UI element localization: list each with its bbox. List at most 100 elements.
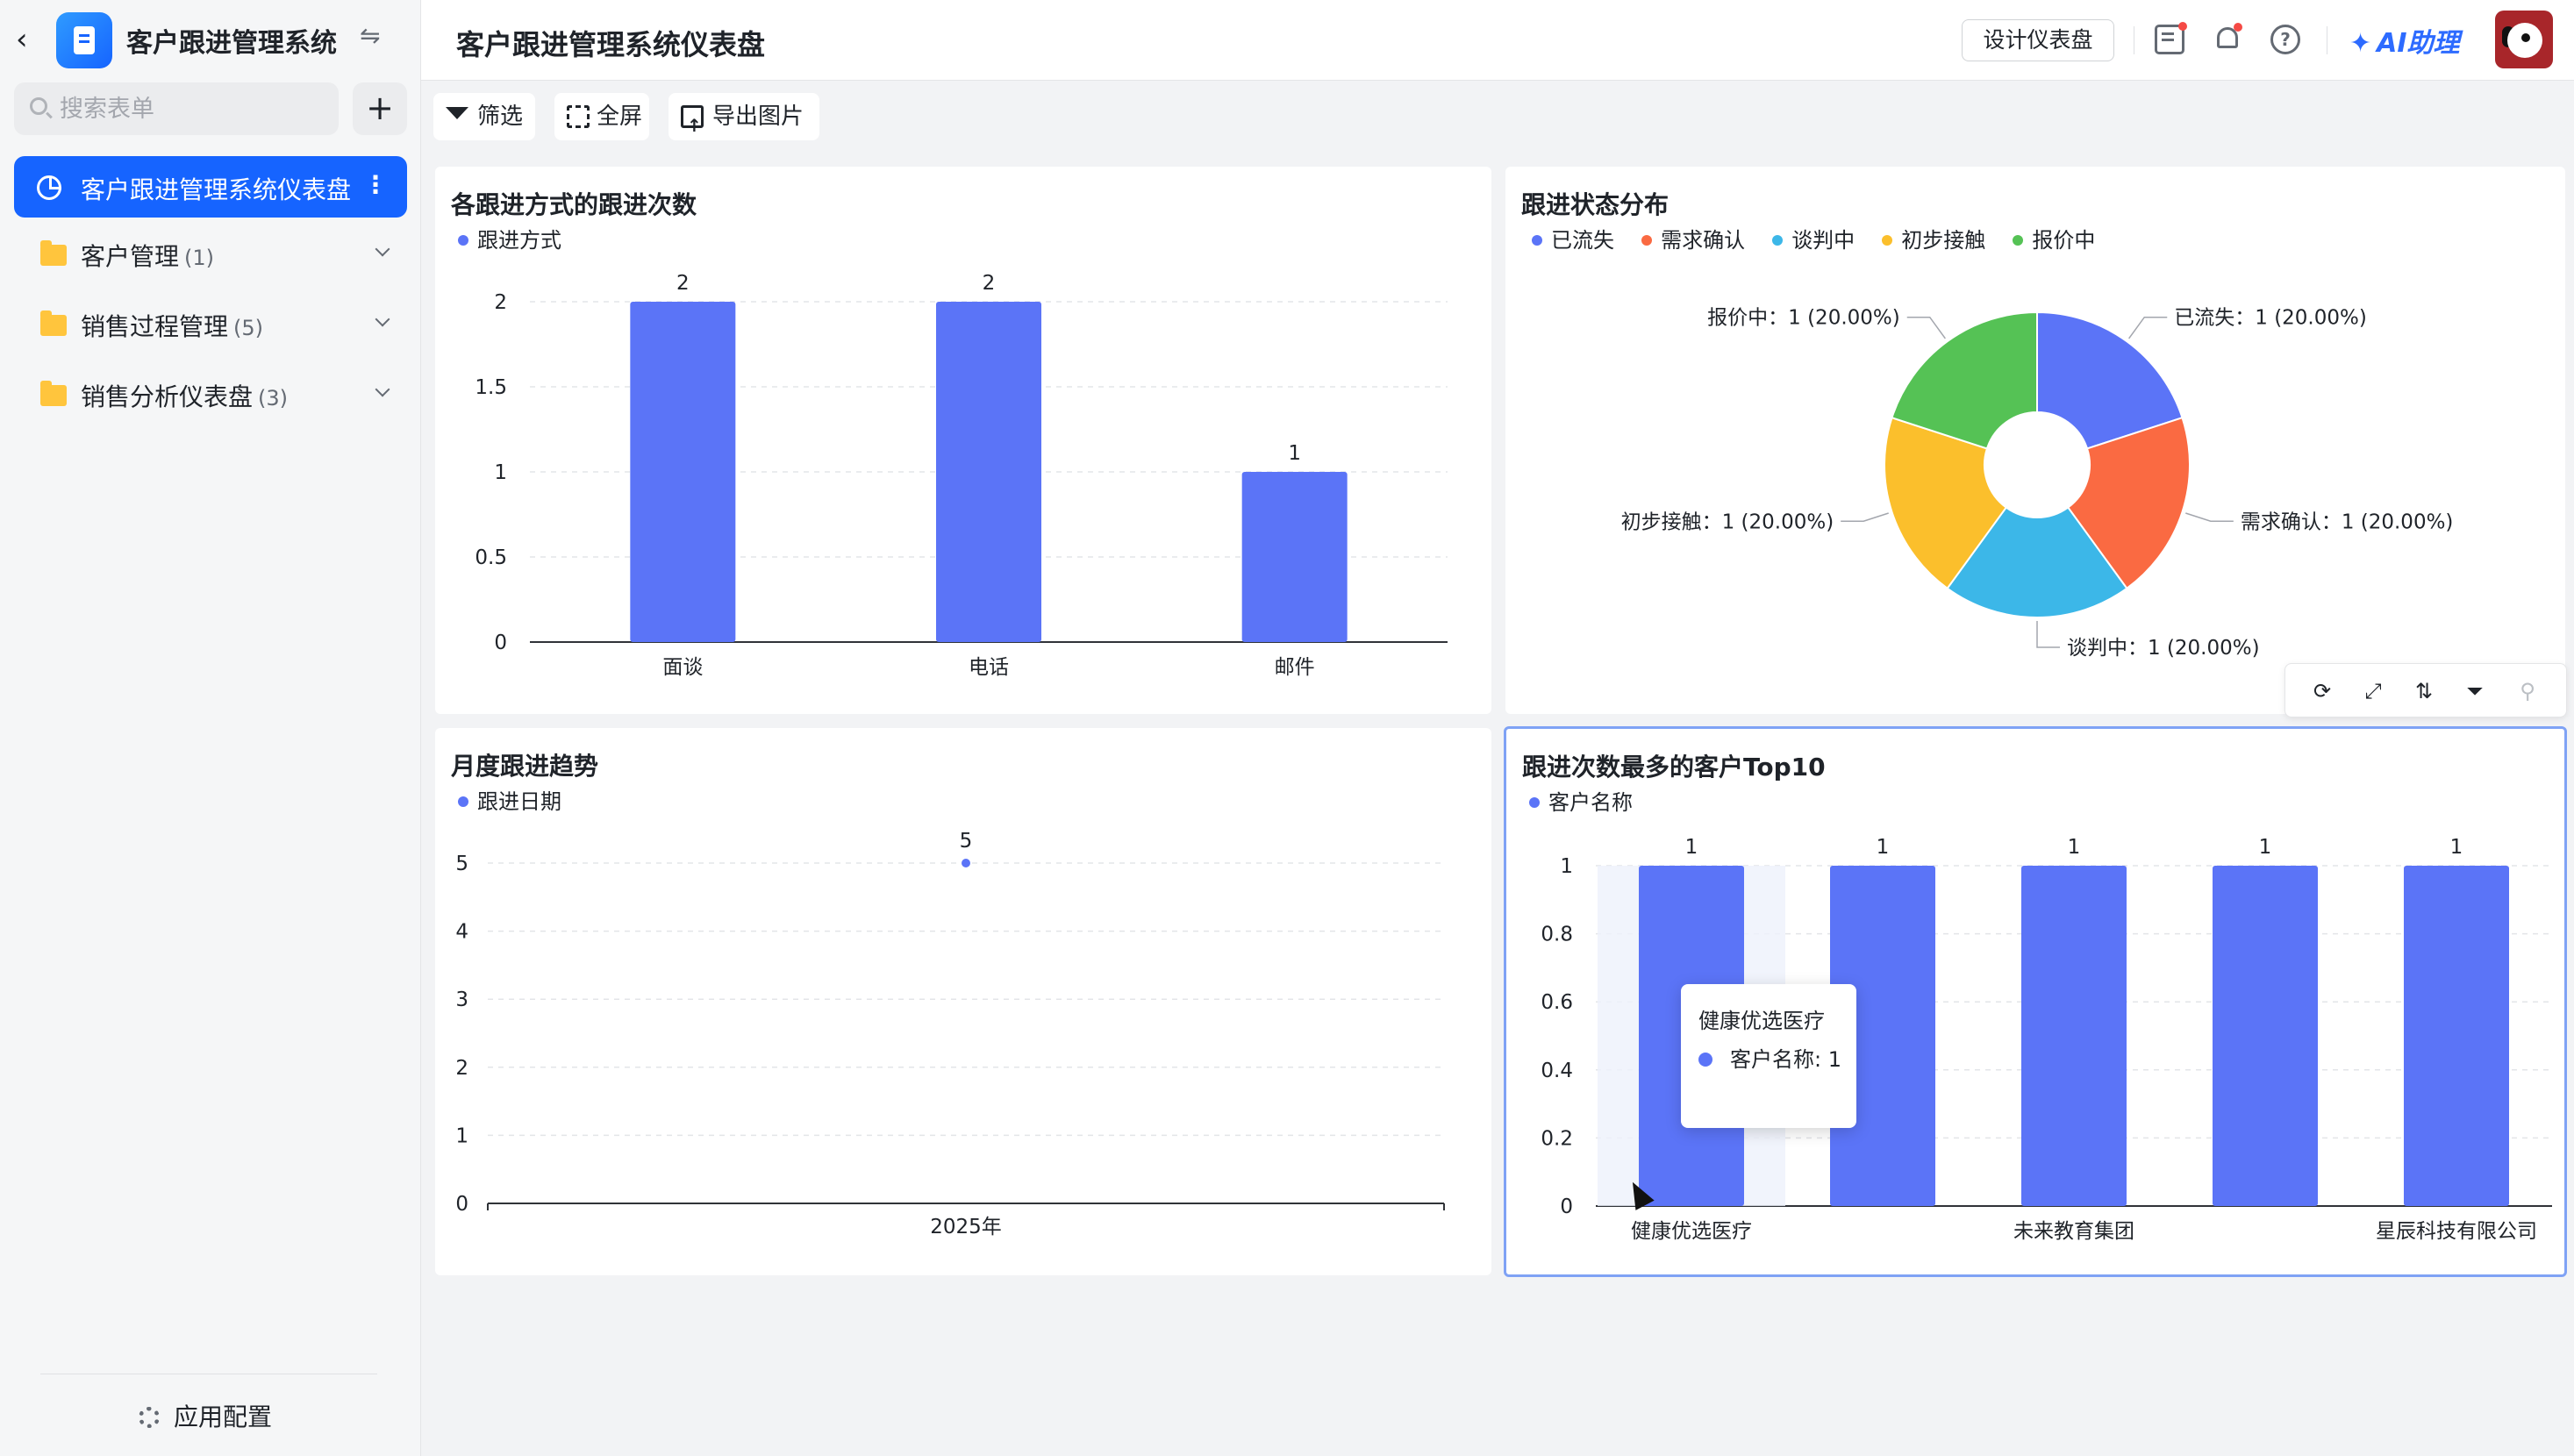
avatar[interactable] [2495,11,2553,68]
y-tick-label: 0.4 [1541,1060,1573,1082]
bar [630,302,736,642]
app-title: 客户跟进管理系统 [126,28,337,59]
y-tick-label: 1 [1560,855,1573,878]
expand-icon[interactable]: ⤢ [2361,679,2385,703]
label-leader-line [1841,512,1889,523]
filter-button[interactable]: 筛选 [433,93,535,140]
legend-item[interactable]: 初步接触 [1882,223,1985,253]
x-tick-label: 2025年 [930,1216,1002,1238]
sidebar-item-label: 客户跟进管理系统仪表盘 [81,175,352,204]
x-tick-label: 电话 [969,656,1009,679]
bar [1241,472,1348,642]
y-tick-label: 1.5 [475,376,507,399]
data-label: 1 [2068,836,2081,859]
app-icon [56,12,112,68]
sidebar-item-sales-process[interactable]: 销售过程管理 (5) [14,293,407,354]
y-tick-label: 0.8 [1541,924,1573,946]
form-icon[interactable] [2155,22,2187,54]
fullscreen-button[interactable]: 全屏 [554,93,649,140]
legend-label: 初步接触 [1901,228,1986,253]
legend-item[interactable]: 报价中 [2013,223,2095,253]
x-tick-label: 面谈 [662,656,703,679]
sidebar-item-count: (1) [184,246,215,270]
sidebar-item-dashboard[interactable]: 客户跟进管理系统仪表盘 ⋮ [14,156,407,218]
legend-item[interactable]: 已流失 [1532,223,1614,253]
legend-item[interactable]: 需求确认 [1641,223,1745,253]
bar [2404,866,2509,1206]
x-tick-label: 邮件 [1275,656,1315,679]
more-icon[interactable]: ⋮ [363,170,388,199]
label-leader-line [2128,316,2168,339]
filter-label: 筛选 [477,103,524,130]
design-dashboard-button[interactable]: 设计仪表盘 [1962,19,2114,61]
add-form-button[interactable]: + [353,82,407,135]
legend-label: 已流失 [1551,228,1614,253]
refresh-icon[interactable]: ⟳ [2310,679,2334,703]
pie-label: 初步接触：1 (20.00%) [1621,510,1834,533]
pie-label: 已流失：1 (20.00%) [2174,307,2367,330]
switch-app-icon[interactable]: ⇋ [360,21,380,50]
bar [2021,866,2127,1206]
data-label: 2 [983,272,996,295]
legend-label: 跟进方式 [477,228,561,253]
bar [936,302,1041,642]
back-arrow-icon[interactable]: ‹ [16,23,42,56]
pie-label: 需求确认：1 (20.00%) [2241,510,2454,533]
search-input[interactable] [60,91,323,126]
chart-legend: 已流失 需求确认 谈判中 初步接触 报价中 [1532,223,2118,253]
chart-card-status-distribution[interactable]: 已流失：1 (20.00%) 需求确认：1 (20.00%) 谈判中：1 (20.0… [1505,167,2565,714]
export-image-button[interactable]: 导出图片 [669,93,819,149]
chart-card-monthly-trend[interactable]: 0 1 2 3 4 5 5 2025年 月度跟进趋势 跟进日期 [435,728,1491,1275]
chart-tooltip: 健康优选医疗 客户名称: 1 [1681,984,1856,1128]
sidebar: ‹ 客户跟进管理系统 ⇋ + 客户跟进管理系统仪表盘 ⋮ 客户管理(1) 销售过… [0,0,421,1456]
sidebar-item-count: (5) [233,316,264,340]
chart-card-top10-customers[interactable]: 0 0.2 0.4 0.6 0.8 1 1 健康优选医疗 1 1 未来教育集团 1 1 星辰科技有限公司 … [1504,726,2567,1277]
chart-title: 跟进次数最多的客户Top10 [1522,753,1826,782]
fullscreen-icon [567,105,590,128]
sparkle-icon: ✦ [2349,28,2372,59]
chevron-down-icon[interactable] [375,311,390,327]
drill-icon[interactable]: ⚲ [2515,679,2540,703]
help-icon[interactable]: ? [2270,25,2300,54]
data-label: 1 [1877,836,1890,859]
y-tick-label: 0 [455,1193,468,1216]
data-label: 2 [676,272,690,295]
data-label: 1 [2259,836,2272,859]
app-config-label: 应用配置 [174,1402,273,1431]
chart-legend: 跟进方式 [458,223,590,253]
legend-item[interactable]: 客户名称 [1529,785,1633,816]
label-leader-line [1906,316,1946,339]
y-tick-label: 0.5 [475,546,507,569]
sidebar-item-label: 客户管理 [81,242,180,271]
sidebar-item-customer-management[interactable]: 客户管理 (1) [14,223,407,284]
bar-chart: 0 0.5 1 1.5 2 2 面谈 2 电话 1 邮件 [475,272,1448,679]
line-point [962,859,970,867]
tooltip-title: 健康优选医疗 [1698,1009,1825,1033]
label-leader-line [2185,512,2234,523]
ai-assistant-button[interactable]: ✦ AI助理 [2349,21,2460,60]
tooltip-value: 客户名称: 1 [1730,1047,1841,1072]
filter-icon[interactable]: ⏷ [2463,679,2487,703]
bar [2213,866,2318,1206]
sort-icon[interactable]: ⇅ [2412,679,2436,703]
sidebar-item-sales-analysis[interactable]: 销售分析仪表盘 (3) [14,363,407,425]
legend-item[interactable]: 谈判中 [1772,223,1855,253]
tooltip-dot [1698,1053,1712,1067]
bell-icon[interactable] [2213,23,2242,54]
chevron-down-icon[interactable] [375,241,390,257]
chevron-down-icon[interactable] [375,382,390,397]
app-config-button[interactable]: 应用配置 [139,1398,272,1433]
y-tick-label: 1 [494,461,507,484]
y-tick-label: 2 [494,291,507,314]
tooltip-row: 客户名称: 1 [1698,1042,1841,1073]
folder-icon [40,240,67,266]
sidebar-item-label: 销售分析仪表盘 [81,382,254,411]
legend-item[interactable]: 跟进方式 [458,223,561,253]
legend-item[interactable]: 跟进日期 [458,784,561,815]
chart-card-followup-methods[interactable]: 0 0.5 1 1.5 2 2 面谈 2 电话 1 邮件 各跟进方式的跟进次数 跟进方式 [435,167,1491,714]
data-label: 5 [960,830,973,853]
export-label: 导出图片 [712,103,804,130]
pie-label: 谈判中：1 (20.00%) [2067,637,2260,660]
search-box[interactable] [14,82,339,135]
sidebar-item-count: (3) [258,386,289,410]
